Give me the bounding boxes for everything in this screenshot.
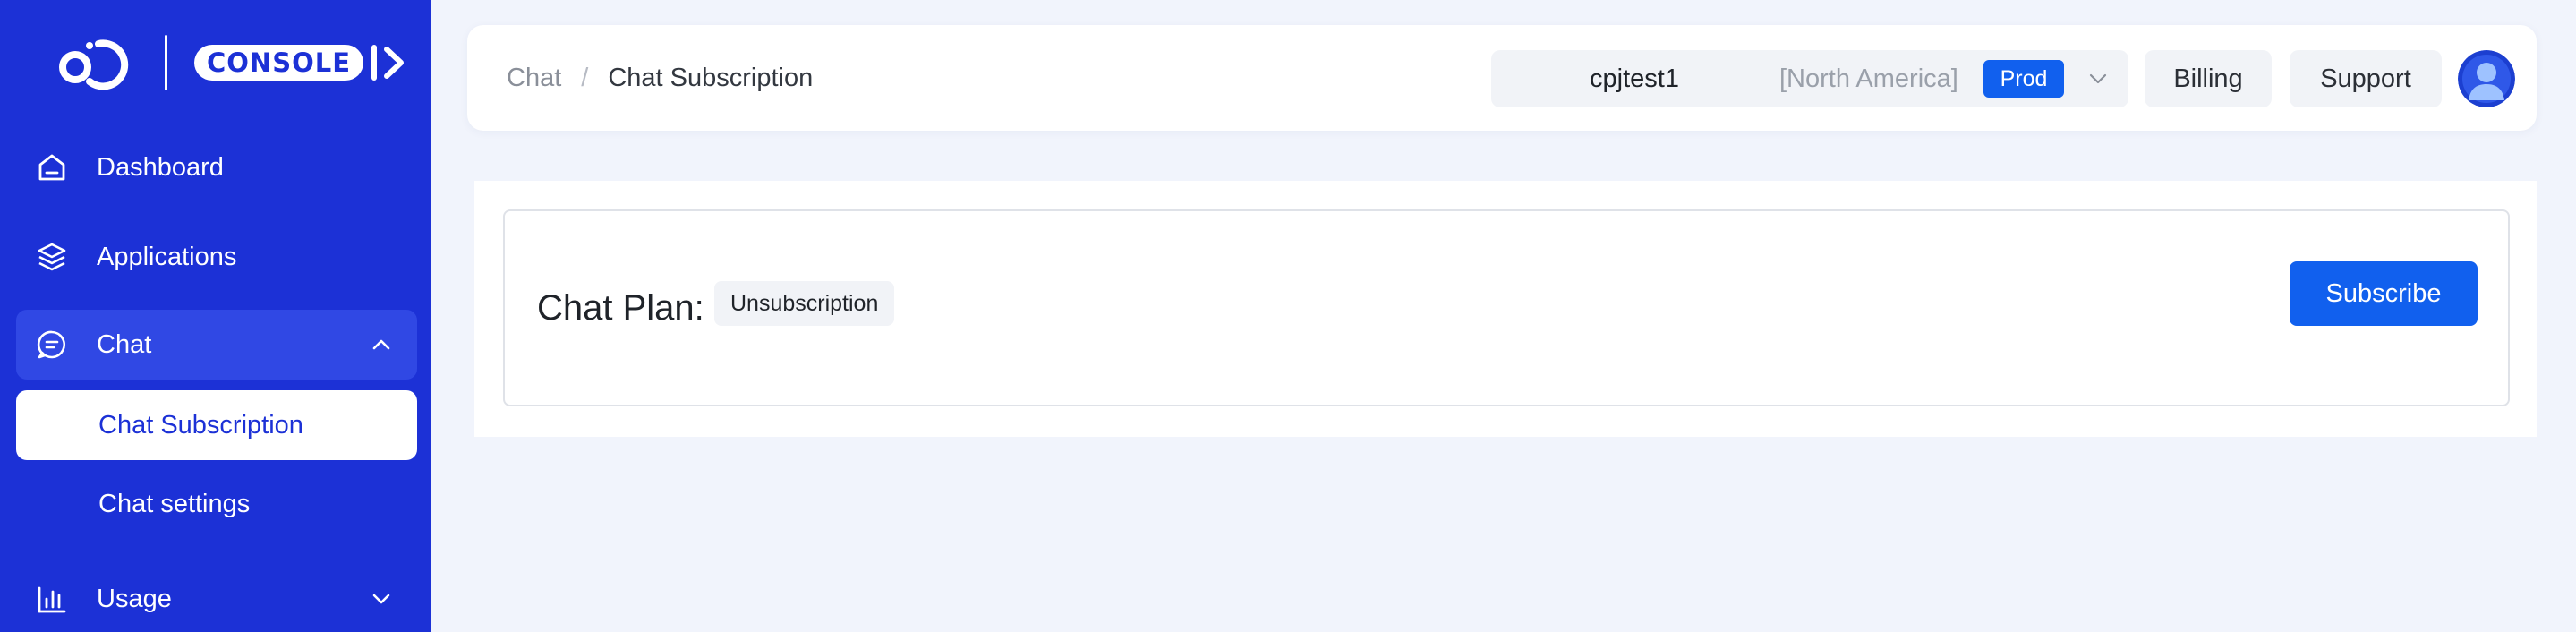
breadcrumb-current: Chat Subscription bbox=[608, 63, 814, 92]
brand-mark-icon bbox=[59, 39, 129, 90]
plan-status-badge: Unsubscription bbox=[714, 281, 895, 326]
chevron-down-icon bbox=[2089, 73, 2107, 84]
sidebar-item-usage[interactable]: Usage bbox=[16, 564, 417, 632]
sidebar-item-dashboard[interactable]: Dashboard bbox=[16, 132, 417, 202]
breadcrumb-separator: / bbox=[581, 63, 589, 92]
main-content: Chat Plan: Unsubscription Subscribe bbox=[474, 181, 2537, 437]
chat-plan-card: Chat Plan: Unsubscription Subscribe bbox=[503, 209, 2510, 406]
sidebar-item-applications[interactable]: Applications bbox=[16, 222, 417, 292]
top-header: Chat / Chat Subscription cpjtest1 [North… bbox=[467, 25, 2537, 131]
sidebar-item-chat[interactable]: Chat bbox=[16, 310, 417, 380]
user-avatar-icon bbox=[2458, 50, 2515, 107]
brand-logo[interactable]: CONSOLE bbox=[54, 27, 410, 98]
chevron-down-icon bbox=[372, 594, 390, 604]
account-region: [North America] bbox=[1779, 64, 1958, 93]
sidebar-subitem-label: Chat settings bbox=[98, 489, 251, 518]
support-button[interactable]: Support bbox=[2290, 50, 2442, 107]
sidebar-item-label: Applications bbox=[97, 242, 237, 271]
sidebar-subitem-chat-subscription[interactable]: Chat Subscription bbox=[16, 390, 417, 460]
bar-chart-icon bbox=[38, 586, 66, 613]
sidebar-subitem-label: Chat Subscription bbox=[98, 410, 303, 440]
logo-divider bbox=[165, 35, 167, 90]
sidebar: CONSOLE Dashboard Applications Chat Chat… bbox=[0, 0, 431, 632]
sidebar-item-label: Chat bbox=[97, 329, 152, 359]
sidebar-item-label: Usage bbox=[97, 584, 172, 613]
console-logo-text: CONSOLE bbox=[194, 45, 364, 81]
avatar[interactable] bbox=[2458, 50, 2515, 107]
account-selector[interactable]: cpjtest1 [North America] Prod bbox=[1491, 50, 2128, 107]
breadcrumb: Chat / Chat Subscription bbox=[507, 25, 813, 131]
billing-button[interactable]: Billing bbox=[2145, 50, 2272, 107]
account-name: cpjtest1 bbox=[1590, 64, 1679, 93]
breadcrumb-parent-link[interactable]: Chat bbox=[507, 64, 561, 93]
app-root: CONSOLE Dashboard Applications Chat Chat… bbox=[0, 0, 2576, 632]
chat-plan-label: Chat Plan: bbox=[537, 287, 704, 328]
sidebar-subitem-chat-settings[interactable]: Chat settings bbox=[16, 469, 417, 539]
chat-icon bbox=[37, 330, 66, 359]
subscribe-button[interactable]: Subscribe bbox=[2290, 261, 2478, 326]
chevron-up-icon bbox=[372, 339, 390, 350]
environment-badge: Prod bbox=[1983, 60, 2064, 98]
layers-icon bbox=[38, 243, 66, 271]
home-icon bbox=[38, 154, 65, 181]
console-badge: CONSOLE bbox=[194, 42, 410, 83]
code-slash-icon bbox=[371, 45, 405, 81]
sidebar-item-label: Dashboard bbox=[97, 152, 224, 182]
